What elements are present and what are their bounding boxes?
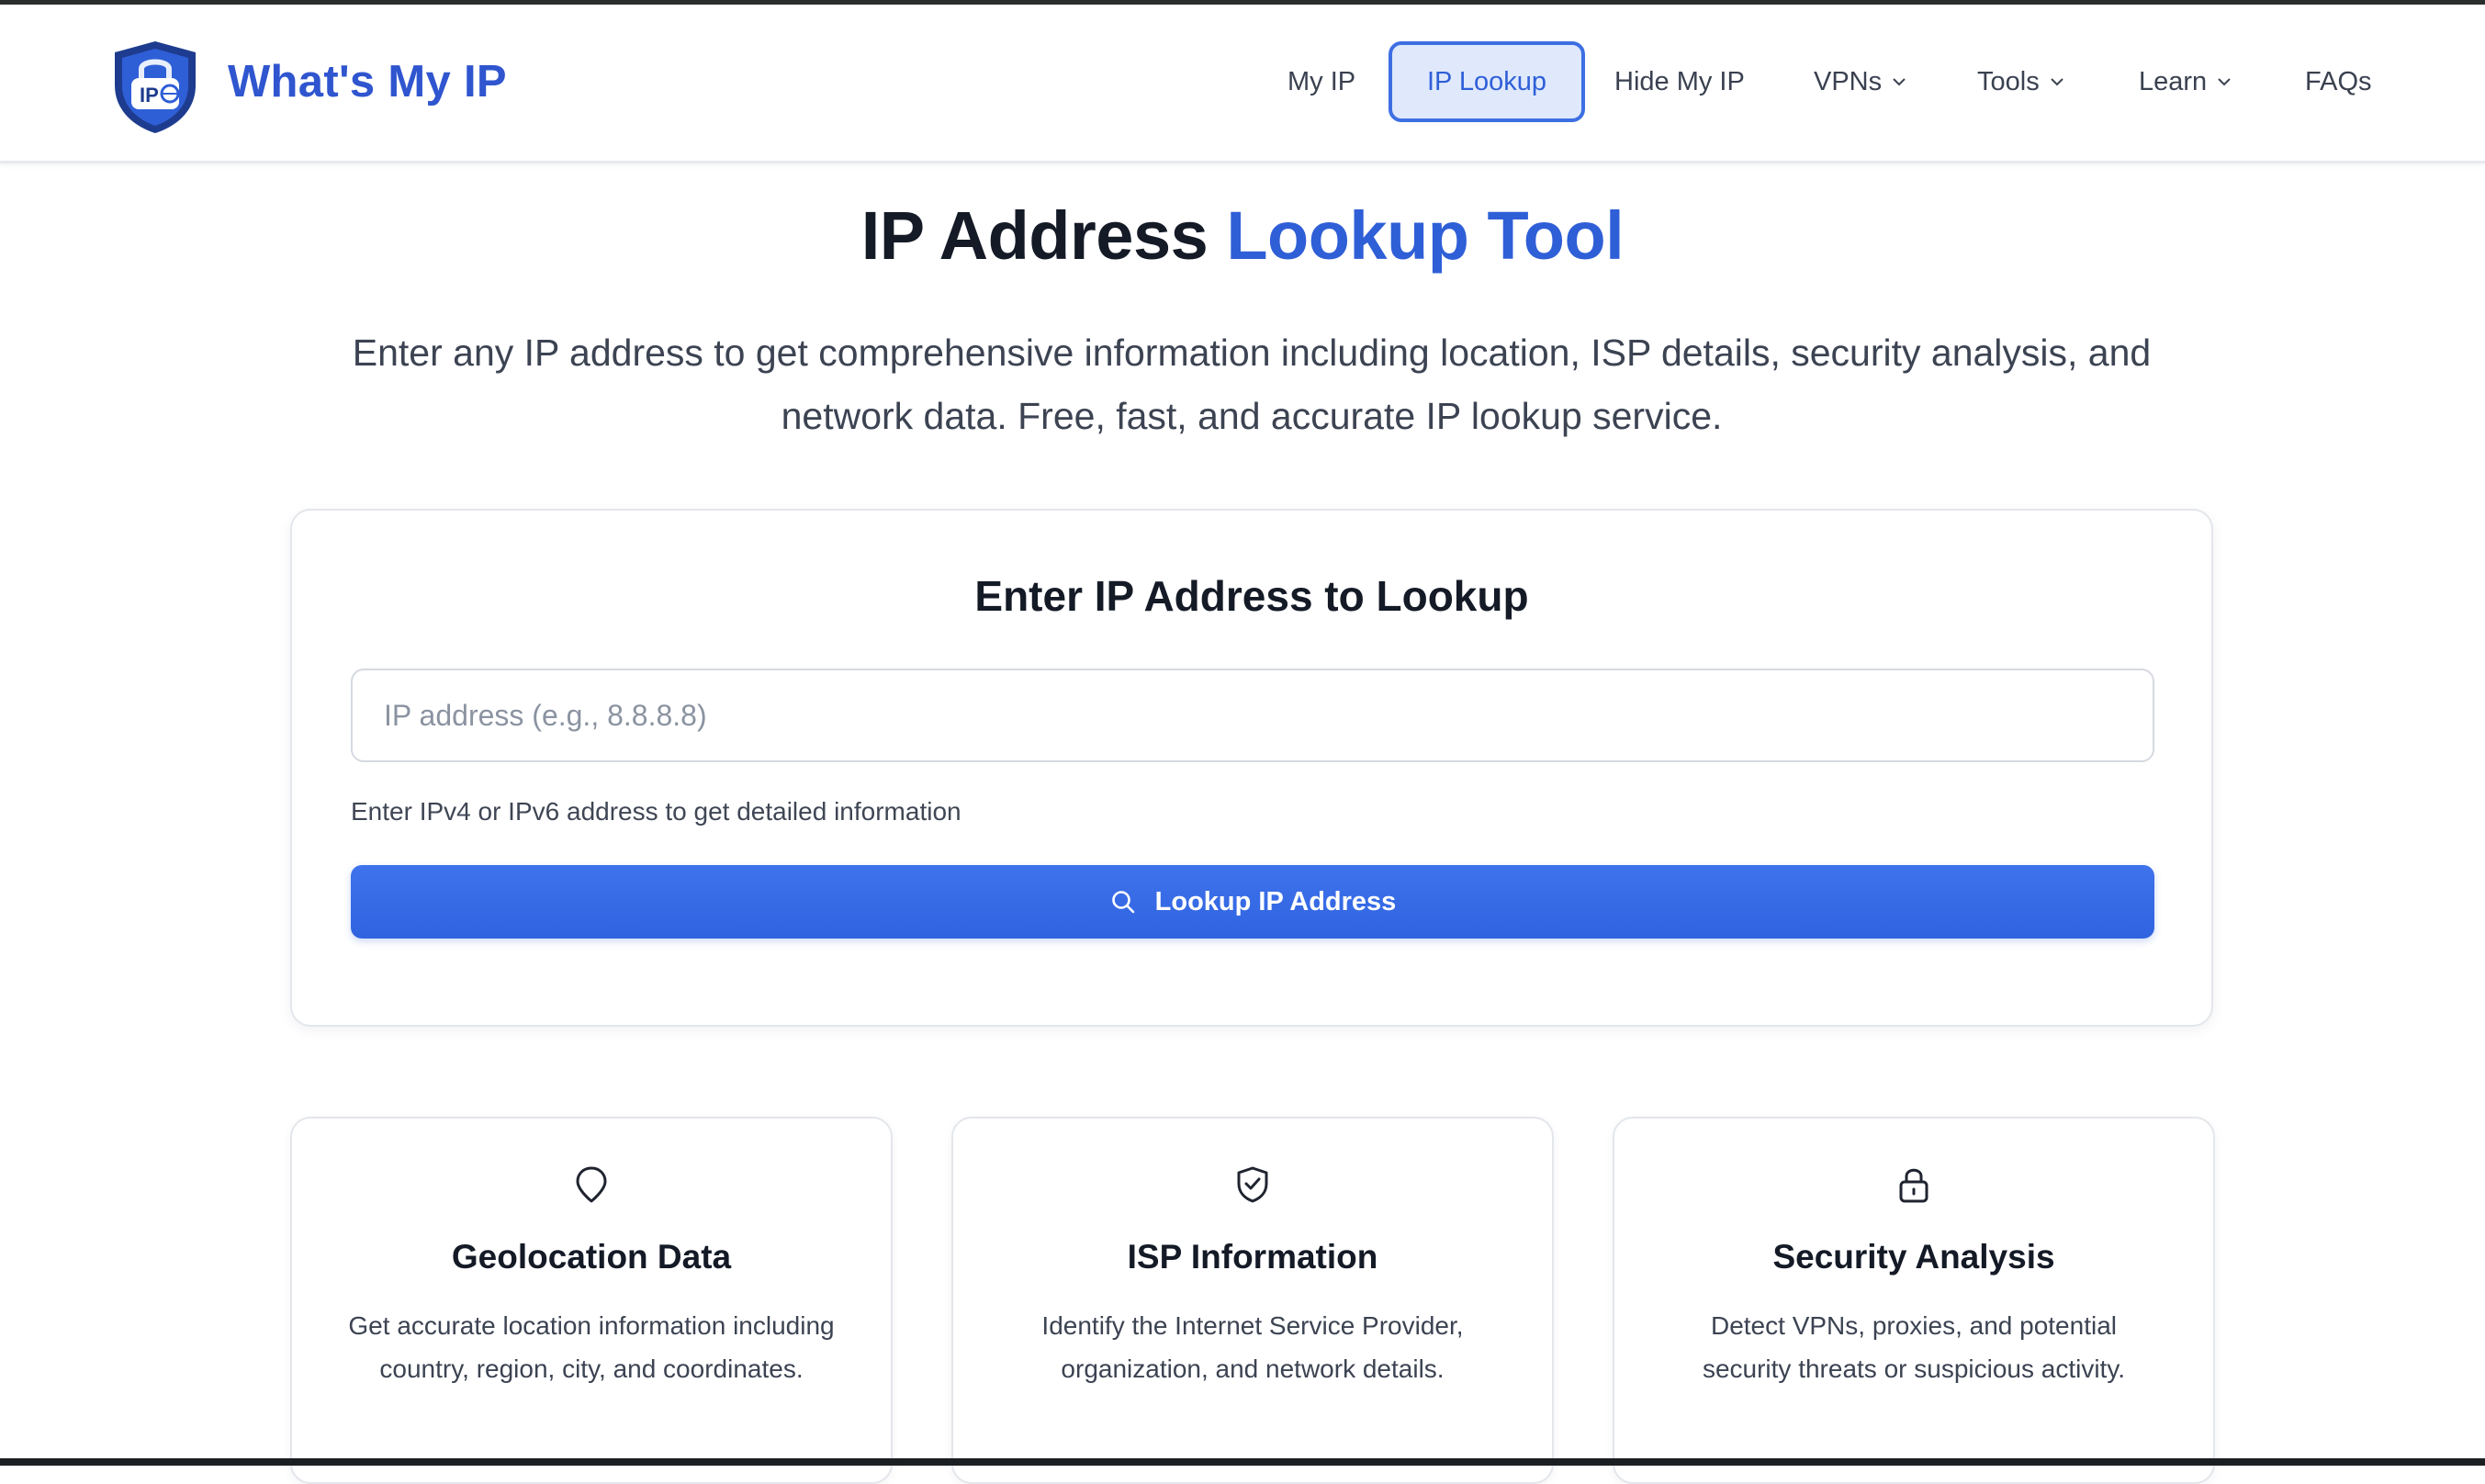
chevron-down-icon [1893, 78, 1906, 86]
feature-card-security: Security Analysis Detect VPNs, proxies, … [1613, 1117, 2215, 1484]
page-title-main: IP Address [860, 197, 1209, 274]
page-description: Enter any IP address to get comprehensiv… [352, 332, 2152, 437]
feature-card-geolocation: Geolocation Data Get accurate location i… [290, 1117, 893, 1484]
feature-description: Get accurate location information includ… [348, 1311, 835, 1383]
input-helper-text: Enter IPv4 or IPv6 address to get detail… [351, 797, 961, 826]
nav-my-ip[interactable]: My IP [1287, 41, 1361, 122]
lookup-card: Enter IP Address to Lookup Enter IPv4 or… [290, 509, 2213, 1027]
lookup-heading: Enter IP Address to Lookup [974, 572, 1529, 620]
map-pin-icon [576, 1166, 607, 1203]
window-bottom-edge [0, 1458, 2485, 1466]
ip-address-input[interactable] [351, 669, 2154, 762]
brand-name[interactable]: What's My IP [228, 56, 507, 107]
lookup-ip-button[interactable]: Lookup IP Address [351, 865, 2154, 939]
nav-learn-label: Learn [2139, 66, 2208, 96]
feature-title: ISP Information [1127, 1238, 1378, 1276]
nav-tools[interactable]: Tools [1977, 41, 2087, 122]
page-title: IP Address Lookup Tool [0, 197, 2485, 275]
nav-vpns-label: VPNs [1814, 66, 1883, 96]
lookup-ip-button-label: Lookup IP Address [1154, 886, 1397, 916]
feature-title: Security Analysis [1772, 1238, 2055, 1276]
feature-card-isp: ISP Information Identify the Internet Se… [951, 1117, 1554, 1484]
nav-hide-my-ip[interactable]: Hide My IP [1614, 41, 1798, 122]
nav-faqs[interactable]: FAQs [2305, 41, 2378, 122]
feature-description: Detect VPNs, proxies, and potential secu… [1702, 1311, 2126, 1383]
nav-vpns[interactable]: VPNs [1814, 41, 1924, 122]
lock-icon [1899, 1168, 1928, 1203]
shield-check-icon [1237, 1166, 1268, 1203]
chevron-down-icon [2218, 78, 2231, 86]
nav-my-ip-label: My IP [1287, 66, 1356, 96]
site-header: IP What's My IP My IP IP Lookup Hide My … [0, 5, 2485, 163]
chevron-down-icon [2050, 78, 2063, 86]
nav-hide-my-ip-label: Hide My IP [1614, 66, 1745, 96]
page-title-accent: Lookup Tool [1226, 197, 1625, 274]
feature-description: Identify the Internet Service Provider, … [1041, 1311, 1464, 1383]
svg-text:IP: IP [140, 84, 159, 107]
logo-shield-icon[interactable]: IP [107, 38, 204, 135]
nav-tools-label: Tools [1977, 66, 2040, 96]
nav-ip-lookup[interactable]: IP Lookup [1389, 41, 1585, 122]
feature-title: Geolocation Data [451, 1238, 732, 1276]
search-icon [1111, 891, 1134, 914]
nav-learn[interactable]: Learn [2139, 41, 2249, 122]
nav-ip-lookup-label: IP Lookup [1426, 66, 1547, 96]
nav-faqs-label: FAQs [2305, 66, 2372, 96]
